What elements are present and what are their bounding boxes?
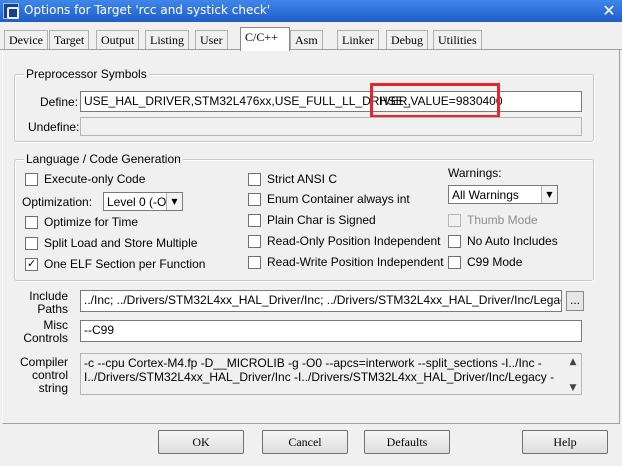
tab-utilities[interactable]: Utilities	[433, 30, 482, 50]
rw-position-indep-box[interactable]	[248, 255, 261, 269]
include-paths-label: Include Paths	[20, 290, 68, 316]
ok-button[interactable]: OK	[158, 430, 244, 454]
no-auto-includes-label: No Auto Includes	[467, 234, 558, 248]
ro-position-indep-label: Read-Only Position Independent	[267, 234, 441, 248]
tab-output[interactable]: Output	[96, 30, 140, 50]
compiler-line-2: I../Drivers/STM32L4xx_HAL_Driver/Inc -I.…	[84, 370, 555, 384]
app-icon	[3, 3, 19, 19]
define-hse-value: HSE_VALUE=9830400	[379, 94, 503, 108]
execute-only-label: Execute-only Code	[44, 172, 146, 186]
strict-ansi-box[interactable]	[248, 172, 261, 186]
optimize-for-time-label: Optimize for Time	[44, 215, 139, 229]
chevron-down-icon[interactable]: ▼	[166, 193, 182, 210]
one-elf-section-label: One ELF Section per Function	[44, 257, 206, 271]
optimize-for-time-checkbox[interactable]: Optimize for Time	[25, 214, 138, 230]
define-input[interactable]: USE_HAL_DRIVER,STM32L476xx,USE_FULL_LL_D…	[80, 91, 582, 112]
ro-position-indep-checkbox[interactable]: Read-Only Position Independent	[248, 233, 440, 249]
thumb-mode-checkbox[interactable]: Thumb Mode	[448, 212, 538, 228]
close-icon[interactable]: ✕	[600, 2, 618, 20]
enum-container-box[interactable]	[248, 192, 261, 206]
misc-controls-label: Misc Controls	[20, 319, 68, 345]
compiler-line-1: -c --cpu Cortex-M4.fp -D__MICROLIB -g -O…	[84, 356, 542, 370]
split-load-store-label: Split Load and Store Multiple	[44, 236, 198, 250]
compiler-label-line1: Compiler	[19, 355, 68, 369]
no-auto-includes-checkbox[interactable]: No Auto Includes	[448, 233, 558, 249]
optimize-for-time-box[interactable]	[25, 215, 38, 229]
include-paths-browse-button[interactable]: ...	[566, 291, 584, 311]
undefine-label: Undefine:	[28, 120, 80, 134]
chevron-down-icon[interactable]: ▼	[541, 186, 557, 203]
tab-linker[interactable]: Linker	[337, 30, 379, 50]
misc-label-line1: Misc	[43, 318, 68, 332]
warnings-select[interactable]: All Warnings ▼	[448, 185, 558, 204]
strict-ansi-checkbox[interactable]: Strict ANSI C	[248, 171, 337, 187]
execute-only-checkbox[interactable]: Execute-only Code	[25, 171, 145, 187]
include-paths-input[interactable]: ../Inc; ../Drivers/STM32L4xx_HAL_Driver/…	[80, 290, 562, 312]
c99-mode-checkbox[interactable]: C99 Mode	[448, 254, 522, 270]
enum-container-label: Enum Container always int	[267, 192, 410, 206]
define-label: Define:	[40, 95, 79, 109]
misc-label-line2: Controls	[23, 331, 68, 345]
compiler-label-line2: control	[31, 368, 68, 382]
split-load-store-checkbox[interactable]: Split Load and Store Multiple	[25, 235, 197, 251]
thumb-mode-label: Thumb Mode	[467, 213, 538, 227]
one-elf-section-box[interactable]	[25, 257, 38, 271]
include-label-line2: Paths	[37, 302, 68, 316]
plain-char-signed-label: Plain Char is Signed	[267, 213, 376, 227]
compiler-control-label: Compiler control string	[16, 356, 68, 395]
split-load-store-box[interactable]	[25, 236, 38, 250]
tab-asm[interactable]: Asm	[290, 30, 323, 50]
language-group-title: Language / Code Generation	[24, 152, 183, 166]
defaults-button[interactable]: Defaults	[364, 430, 450, 454]
compiler-label-line3: string	[38, 381, 68, 395]
tab-c-cpp[interactable]: C/C++	[240, 27, 290, 51]
plain-char-signed-checkbox[interactable]: Plain Char is Signed	[248, 212, 376, 228]
tab-debug[interactable]: Debug	[386, 30, 428, 50]
tab-listing[interactable]: Listing	[145, 30, 190, 50]
help-button[interactable]: Help	[522, 430, 608, 454]
misc-controls-input[interactable]: --C99	[80, 320, 582, 342]
plain-char-signed-box[interactable]	[248, 213, 261, 227]
ro-position-indep-box[interactable]	[248, 234, 261, 248]
tab-strip: Device Target Output Listing User C/C++ …	[0, 27, 622, 51]
rw-position-indep-label: Read-Write Position Independent	[267, 255, 444, 269]
tab-device[interactable]: Device	[4, 30, 48, 50]
c99-mode-box[interactable]	[448, 255, 461, 269]
strict-ansi-label: Strict ANSI C	[267, 172, 338, 186]
include-label-line1: Include	[29, 289, 68, 303]
scroll-up-icon[interactable]: ▲	[567, 355, 579, 369]
execute-only-box[interactable]	[25, 172, 38, 186]
warnings-label: Warnings:	[448, 166, 502, 180]
optimization-label: Optimization:	[22, 195, 93, 209]
cancel-button[interactable]: Cancel	[262, 430, 348, 454]
window-title: Options for Target 'rcc and systick chec…	[24, 3, 271, 17]
preprocessor-group-title: Preprocessor Symbols	[24, 67, 149, 81]
enum-container-checkbox[interactable]: Enum Container always int	[248, 191, 410, 207]
tab-user[interactable]: User	[195, 30, 228, 50]
rw-position-indep-checkbox[interactable]: Read-Write Position Independent	[248, 254, 444, 270]
one-elf-section-checkbox[interactable]: One ELF Section per Function	[25, 256, 205, 272]
c99-mode-label: C99 Mode	[467, 255, 523, 269]
tab-target[interactable]: Target	[49, 30, 90, 50]
title-bar: Options for Target 'rcc and systick chec…	[0, 0, 622, 22]
define-value: USE_HAL_DRIVER,STM32L476xx,USE_FULL_LL_D…	[84, 94, 411, 108]
no-auto-includes-box[interactable]	[448, 234, 461, 248]
scroll-down-icon[interactable]: ▼	[567, 381, 579, 394]
warnings-value: All Warnings	[452, 188, 519, 202]
optimization-select[interactable]: Level 0 (-O0) ▼	[103, 192, 183, 211]
thumb-mode-box[interactable]	[448, 213, 461, 227]
undefine-input[interactable]	[80, 117, 582, 136]
compiler-control-string[interactable]: -c --cpu Cortex-M4.fp -D__MICROLIB -g -O…	[80, 353, 582, 395]
